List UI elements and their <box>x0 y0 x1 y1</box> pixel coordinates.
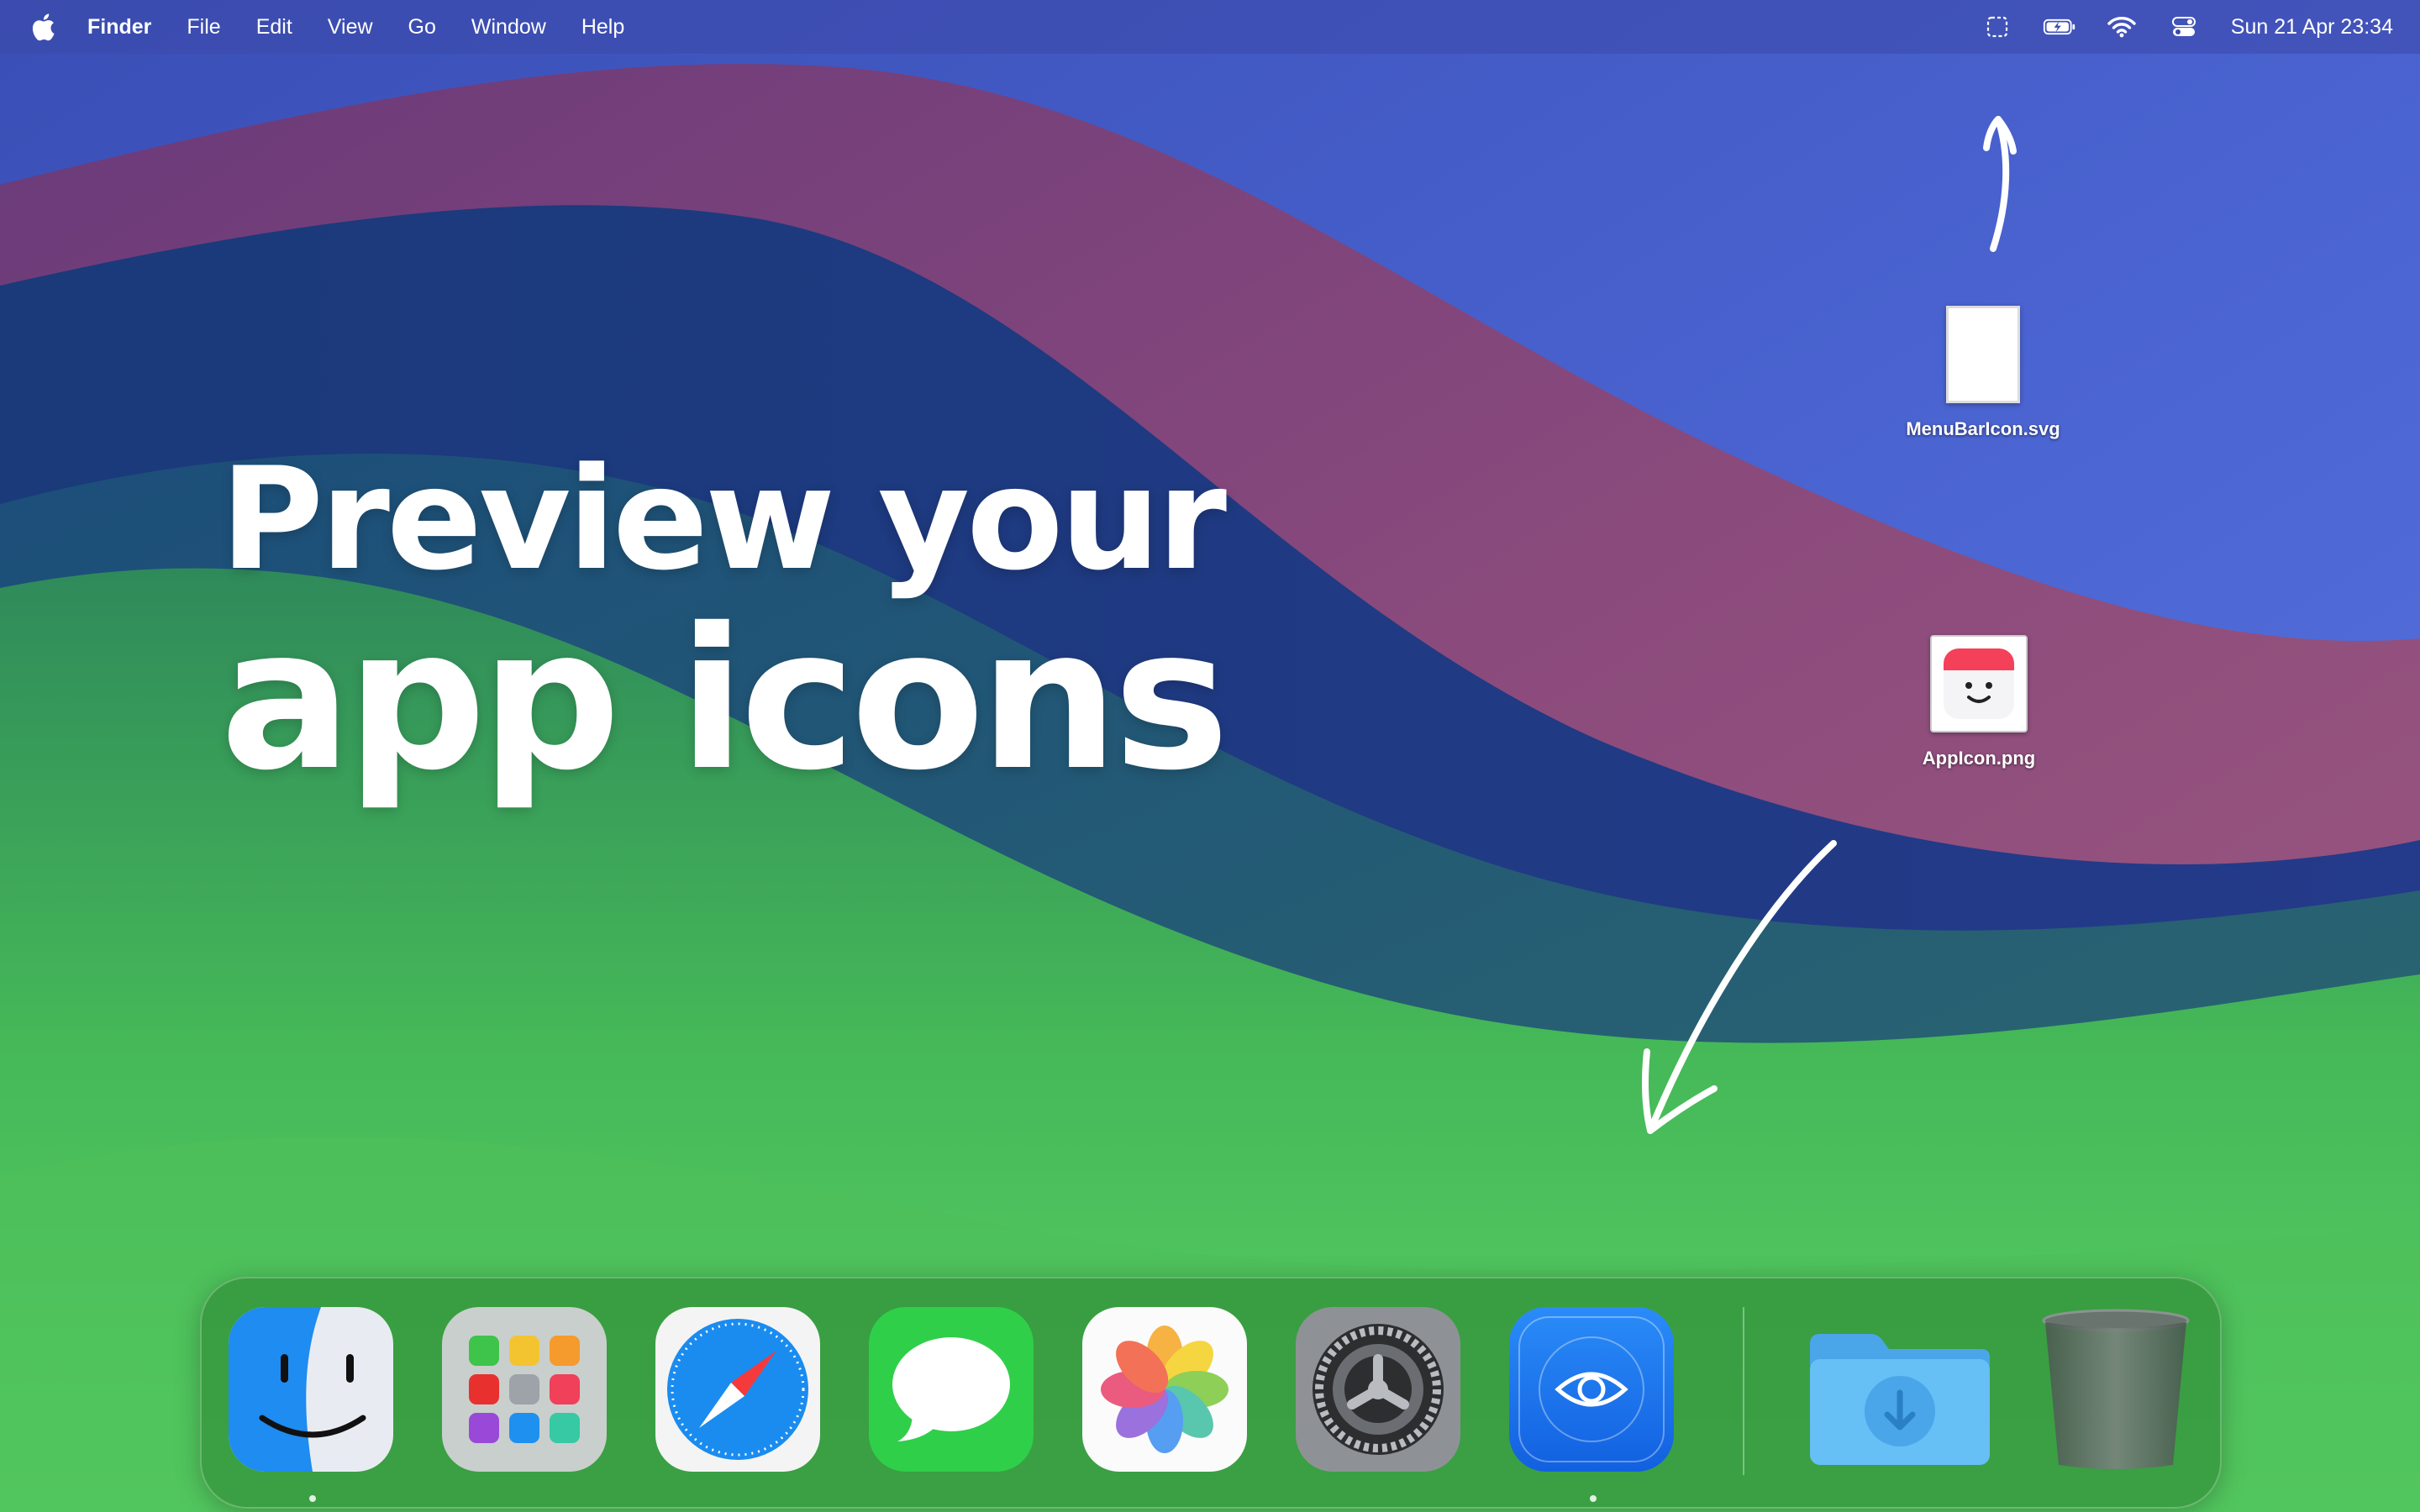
eye-icon <box>1509 1307 1674 1472</box>
dock-downloads[interactable] <box>1803 1307 1996 1472</box>
menu-edit[interactable]: Edit <box>256 15 292 39</box>
photos-flower-icon <box>1082 1307 1247 1472</box>
wifi-icon[interactable] <box>2105 14 2139 39</box>
dock-photos[interactable] <box>1082 1307 1247 1472</box>
desktop: Finder File Edit View Go Window Help Sun… <box>0 0 2420 1512</box>
apple-logo-icon[interactable] <box>30 13 55 41</box>
menu-window[interactable]: Window <box>471 15 546 39</box>
menu-file[interactable]: File <box>187 15 220 39</box>
dock-preview-app[interactable] <box>1509 1307 1674 1472</box>
dock-trash[interactable] <box>2033 1307 2198 1472</box>
menu-go[interactable]: Go <box>408 15 436 39</box>
menu-bar: Finder File Edit View Go Window Help Sun… <box>0 0 2420 54</box>
safari-compass-icon <box>655 1307 820 1472</box>
menu-clock[interactable]: Sun 21 Apr 23:34 <box>2231 15 2393 39</box>
desktop-file-appicon[interactable]: AppIcon.png <box>1840 635 2118 769</box>
desktop-file-label: MenuBarIcon.svg <box>1906 418 2060 439</box>
dock-messages[interactable] <box>869 1307 1034 1472</box>
running-indicator <box>309 1495 316 1502</box>
battery-charging-icon[interactable] <box>2043 14 2076 39</box>
dock-finder[interactable] <box>229 1307 393 1472</box>
menu-help[interactable]: Help <box>581 15 624 39</box>
control-center-icon[interactable] <box>2167 14 2201 39</box>
settings-gear-icon <box>1296 1307 1460 1472</box>
dock-launchpad[interactable] <box>442 1307 607 1472</box>
blank-document-icon <box>1946 306 2020 403</box>
messages-bubble-icon <box>869 1307 1034 1472</box>
screen-capture-icon[interactable] <box>1981 14 2014 39</box>
menu-app-name[interactable]: Finder <box>87 15 151 39</box>
dock-safari[interactable] <box>655 1307 820 1472</box>
desktop-file-label: AppIcon.png <box>1922 748 2036 769</box>
dock <box>200 1277 2222 1509</box>
dock-system-settings[interactable] <box>1296 1307 1460 1472</box>
headline: Preview your app icons <box>220 437 1229 813</box>
headline-line-2: app icons <box>220 586 1229 813</box>
finder-icon <box>229 1307 393 1472</box>
menu-view[interactable]: View <box>328 15 373 39</box>
headline-line-1: Preview your <box>220 437 1227 601</box>
launchpad-icon <box>442 1307 607 1472</box>
desktop-file-menubaricon[interactable]: MenuBarIcon.svg <box>1849 306 2118 440</box>
trash-can-icon <box>2042 1309 2190 1469</box>
smiley-app-icon <box>1930 635 2028 732</box>
downloads-folder-icon <box>1810 1334 1990 1465</box>
running-indicator <box>1590 1495 1597 1502</box>
dock-separator <box>1743 1307 1744 1475</box>
